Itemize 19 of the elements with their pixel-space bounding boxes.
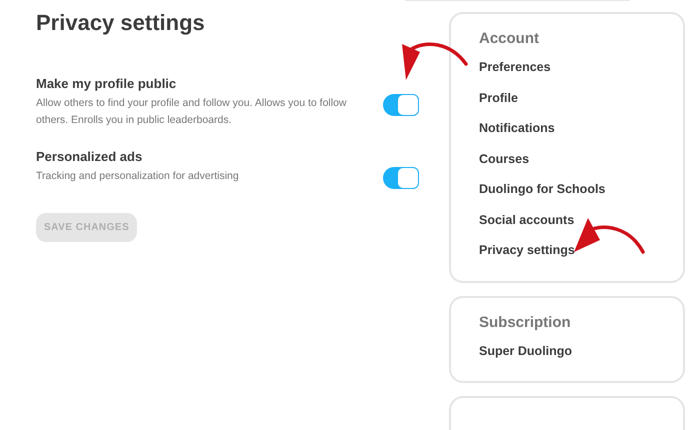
arrow-drawing: [574, 218, 645, 254]
section-heading: Account: [479, 30, 540, 47]
sidebar-link[interactable]: Social accounts: [479, 212, 574, 226]
sidebar-link[interactable]: Privacy settings: [479, 243, 575, 257]
setting-description: Allow others to find your profile and follow you. Allows you to follow others. Enrolls you in public leaderboards.: [36, 96, 348, 128]
section-heading: Subscription: [479, 314, 572, 330]
sidebar-link[interactable]: Courses: [479, 152, 530, 166]
toggle-switch[interactable]: [383, 167, 419, 189]
page-title: Privacy settings: [36, 10, 206, 36]
sidebar-link[interactable]: Duolingo for Schools: [479, 182, 606, 196]
sidebar-link[interactable]: Preferences: [479, 60, 551, 74]
setting-description: Tracking and personalization for advertising: [36, 169, 240, 184]
toggle-switch[interactable]: [383, 94, 419, 116]
sidebar-link[interactable]: Super Duolingo: [479, 344, 572, 358]
sidebar-link[interactable]: Notifications: [479, 121, 555, 135]
arrow-drawing: [402, 42, 468, 80]
setting-label: Make my profile public: [36, 76, 178, 91]
setting-label: Personalized ads: [36, 149, 144, 164]
sidebar-link[interactable]: Profile: [479, 90, 518, 104]
